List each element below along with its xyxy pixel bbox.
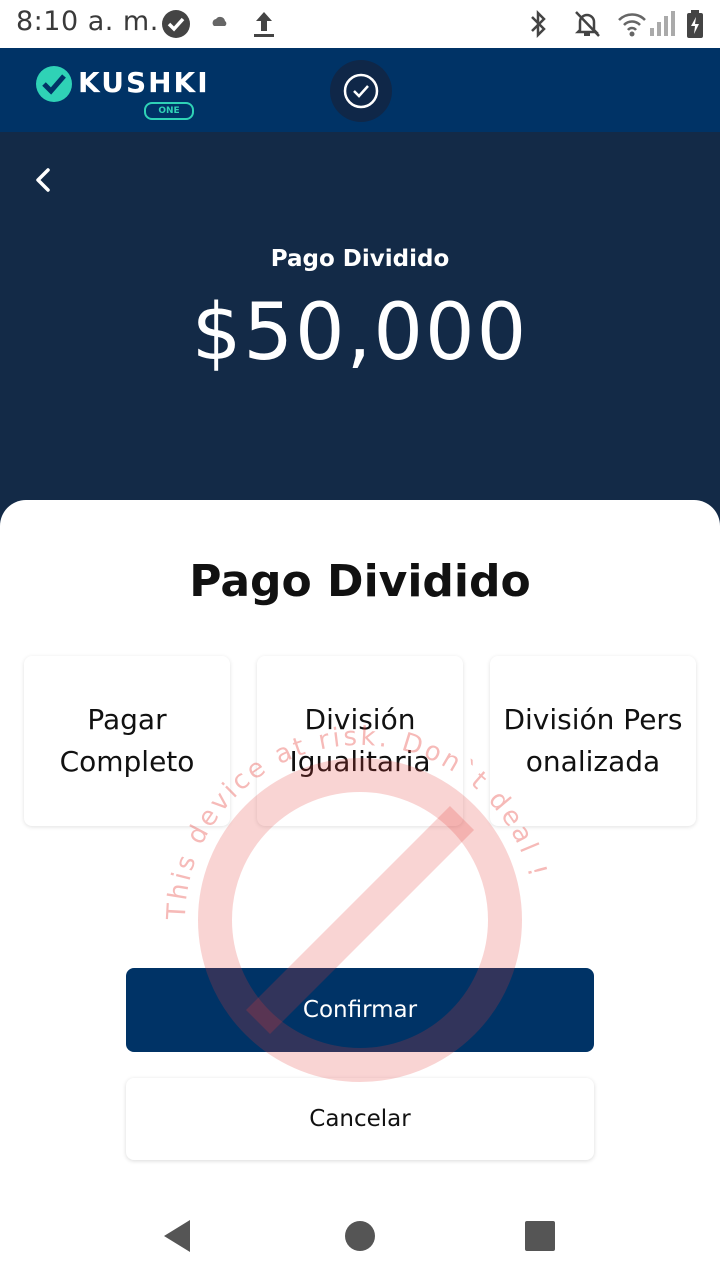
confirm-button[interactable]: Confirmar [126, 968, 594, 1052]
recents-square-icon[interactable] [518, 1214, 562, 1258]
app-header: KUSHKI ONE [0, 48, 720, 132]
sheet-title: Pago Dividido [189, 556, 531, 607]
bluetooth-icon [526, 8, 550, 44]
option-equal-split[interactable]: División Igualitaria [257, 656, 463, 826]
back-button[interactable] [24, 160, 64, 200]
split-payment-sheet: Pago Dividido Pagar Completo División Ig… [0, 500, 720, 1200]
home-circle-icon[interactable] [338, 1214, 382, 1258]
back-triangle-icon[interactable] [158, 1214, 202, 1258]
option-label: División Personalizada [503, 703, 683, 778]
header-check-icon [330, 60, 392, 122]
logo-text: KUSHKI [78, 66, 210, 99]
chevron-left-icon [36, 168, 50, 192]
cancel-button[interactable]: Cancelar [126, 1078, 594, 1160]
option-pay-full[interactable]: Pagar Completo [24, 656, 230, 826]
hero-section: Pago Dividido $50,000 [0, 132, 720, 532]
check-circle-icon [160, 8, 192, 44]
status-bar: 8:10 a. m. [0, 0, 720, 48]
status-time: 8:10 a. m. [16, 6, 159, 37]
cloud-icon [210, 12, 230, 36]
bell-off-icon [572, 8, 602, 44]
option-label: Pagar Completo [59, 703, 195, 778]
upload-icon [250, 8, 278, 44]
battery-charging-icon [684, 8, 706, 44]
system-nav-bar [0, 1190, 720, 1280]
logo-check-icon [36, 66, 72, 102]
logo-badge: ONE [144, 102, 194, 120]
option-label: División Igualitaria [289, 703, 431, 778]
wifi-icon [616, 8, 648, 44]
signal-icon [648, 8, 676, 44]
payment-amount: $50,000 [191, 288, 529, 378]
option-custom-split[interactable]: División Personalizada [490, 656, 696, 826]
hero-title: Pago Dividido [270, 246, 450, 272]
kushki-logo: KUSHKI ONE [34, 62, 208, 120]
